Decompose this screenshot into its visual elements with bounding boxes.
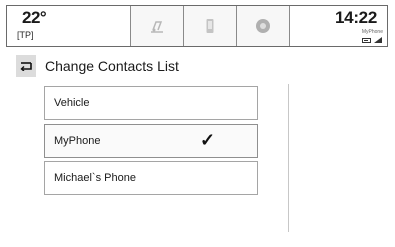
list-item-label: Vehicle [54,97,90,109]
list-item-michaels-phone[interactable]: Michael`s Phone [44,161,258,195]
navigation-tile[interactable] [237,6,290,46]
back-button[interactable] [16,55,36,77]
list-item-label: MyPhone [54,135,101,147]
battery-icon [362,38,371,43]
page-title: Change Contacts List [45,58,179,74]
phone-tile[interactable] [184,6,237,46]
clock: 14:22 [335,8,377,27]
list-item-myphone[interactable]: MyPhone ✓ [44,124,258,158]
checkmark-icon: ✓ [200,130,216,150]
connected-phone-name: MyPhone [361,29,383,35]
music-note-icon [151,21,163,33]
temperature-value: 22° [22,8,47,27]
clock-tile: 14:22 MyPhone [290,6,387,46]
back-arrow-icon [20,62,32,71]
navigation-icon [256,19,270,33]
list-item-label: Michael`s Phone [54,172,136,184]
infotainment-screen: 22° [TP] 14:22 MyPhone Change Contacts L… [0,0,395,247]
phone-status-icons [362,37,382,43]
list-item-vehicle[interactable]: Vehicle [44,86,258,120]
temperature-sub-label: [TP] [17,30,34,40]
temperature-tile[interactable]: 22° [TP] [7,6,131,46]
panel-divider [288,84,289,232]
phone-icon [206,19,214,33]
status-bar: 22° [TP] 14:22 MyPhone [6,5,388,47]
music-tile[interactable] [131,6,184,46]
signal-icon [374,37,382,43]
